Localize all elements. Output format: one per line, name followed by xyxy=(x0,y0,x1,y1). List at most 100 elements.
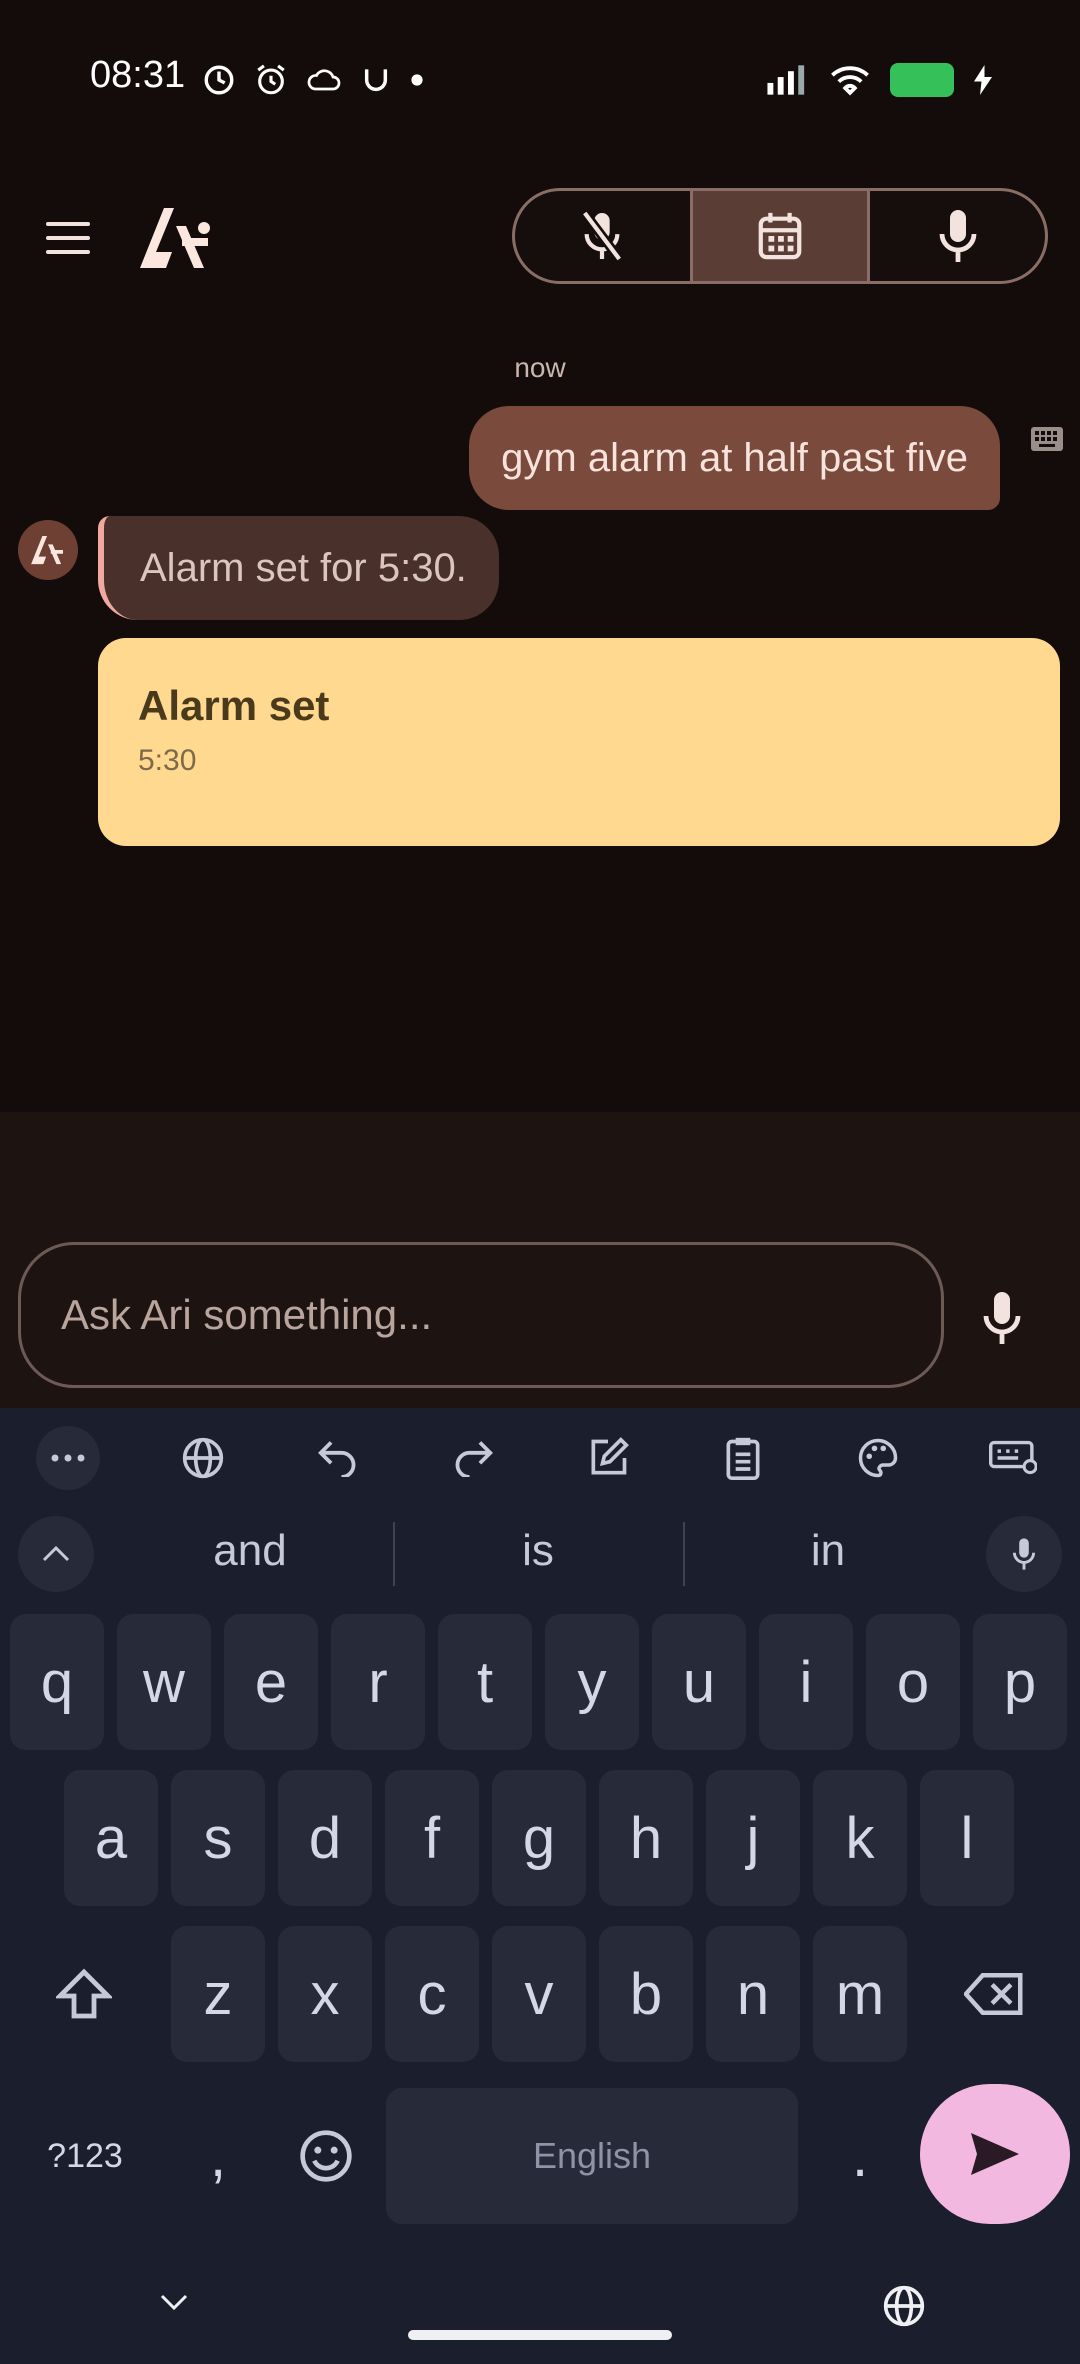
collapse-suggestions-button[interactable] xyxy=(18,1516,94,1592)
symbols-key[interactable]: ?123 xyxy=(30,2088,140,2224)
keyboard-toolbar xyxy=(0,1408,1080,1508)
send-icon xyxy=(971,2133,1019,2175)
suggestion-divider xyxy=(393,1522,395,1586)
mute-mode-button[interactable] xyxy=(515,191,693,281)
user-message-bubble[interactable]: gym alarm at half past five xyxy=(469,406,1000,510)
keyboard-settings-icon xyxy=(988,1440,1037,1475)
key-r[interactable]: r xyxy=(331,1614,425,1750)
key-y[interactable]: y xyxy=(545,1614,639,1750)
shift-icon xyxy=(56,1968,112,2019)
keyboard-input-icon xyxy=(1031,427,1063,451)
suggestion-2[interactable]: is xyxy=(438,1526,638,1582)
dot-icon xyxy=(411,74,423,86)
period-key[interactable]: . xyxy=(812,2088,908,2224)
cloud-icon xyxy=(307,69,341,91)
key-i[interactable]: i xyxy=(759,1614,853,1750)
calendar-icon xyxy=(758,212,802,260)
key-l[interactable]: l xyxy=(920,1770,1014,1906)
shift-key[interactable] xyxy=(36,1926,132,2062)
magnet-icon xyxy=(364,69,388,92)
key-u[interactable]: u xyxy=(652,1614,746,1750)
assistant-message-bubble[interactable]: Alarm set for 5:30. xyxy=(98,516,499,620)
alarm-icon xyxy=(257,64,285,95)
emoji-icon xyxy=(300,2130,352,2182)
undo-button[interactable] xyxy=(306,1426,370,1490)
voice-typing-button[interactable] xyxy=(986,1516,1062,1592)
composer-mic-icon[interactable] xyxy=(978,1290,1026,1346)
globe-icon xyxy=(182,1437,223,1479)
ari-logo-icon xyxy=(140,208,210,268)
status-icons-right xyxy=(766,58,992,102)
key-e[interactable]: e xyxy=(224,1614,318,1750)
backspace-icon xyxy=(964,1973,1023,2015)
key-z[interactable]: z xyxy=(171,1926,265,2062)
key-o[interactable]: o xyxy=(866,1614,960,1750)
suggestion-3[interactable]: in xyxy=(728,1526,928,1582)
gesture-bar[interactable] xyxy=(408,2330,672,2340)
mic-off-icon xyxy=(581,210,624,262)
message-timestamp: now xyxy=(514,352,566,383)
more-tools-button[interactable] xyxy=(35,1426,100,1490)
mic-icon xyxy=(1012,1538,1036,1570)
key-n[interactable]: n xyxy=(706,1926,800,2062)
assistant-avatar xyxy=(18,520,78,580)
undo-icon xyxy=(317,1441,355,1477)
voice-mode-button[interactable] xyxy=(870,191,1045,281)
key-g[interactable]: g xyxy=(492,1770,586,1906)
mic-icon xyxy=(939,210,977,262)
alarm-card-title: Alarm set xyxy=(138,682,330,729)
key-t[interactable]: t xyxy=(438,1614,532,1750)
data-saver-icon xyxy=(204,65,234,95)
suggestion-1[interactable]: and xyxy=(150,1526,350,1582)
chevron-up-icon xyxy=(42,1545,70,1562)
redo-button[interactable] xyxy=(441,1426,505,1490)
suggestion-toggle xyxy=(18,1516,94,1592)
key-a[interactable]: a xyxy=(64,1770,158,1906)
key-b[interactable]: b xyxy=(599,1926,693,2062)
charging-icon xyxy=(974,65,992,95)
alarm-card-time: 5:30 xyxy=(138,744,197,777)
emoji-key[interactable] xyxy=(276,2088,376,2224)
comma-key[interactable]: , xyxy=(170,2088,266,2224)
mode-toggle-group xyxy=(512,188,1048,284)
key-f[interactable]: f xyxy=(385,1770,479,1906)
key-x[interactable]: x xyxy=(278,1926,372,2062)
key-p[interactable]: p xyxy=(973,1614,1067,1750)
key-d[interactable]: d xyxy=(278,1770,372,1906)
edit-button[interactable] xyxy=(576,1426,640,1490)
edit-icon xyxy=(591,1437,629,1475)
ari-avatar-icon xyxy=(31,535,63,565)
message-input[interactable]: Ask Ari something... xyxy=(18,1242,944,1388)
backspace-key[interactable] xyxy=(946,1926,1042,2062)
key-h[interactable]: h xyxy=(599,1770,693,1906)
theme-button[interactable] xyxy=(846,1426,910,1490)
menu-icon[interactable] xyxy=(44,216,96,260)
send-button[interactable] xyxy=(920,2084,1070,2224)
wifi-icon xyxy=(831,66,869,96)
signal-icon xyxy=(767,65,805,95)
space-key[interactable]: English xyxy=(386,2088,798,2224)
keyboard-settings-button[interactable] xyxy=(981,1426,1045,1490)
key-j[interactable]: j xyxy=(706,1770,800,1906)
status-icons-left xyxy=(202,58,424,102)
key-v[interactable]: v xyxy=(492,1926,586,2062)
clipboard-icon xyxy=(726,1437,759,1480)
suggestion-divider xyxy=(683,1522,685,1586)
key-s[interactable]: s xyxy=(171,1770,265,1906)
translate-button[interactable] xyxy=(171,1426,235,1490)
calendar-mode-button[interactable] xyxy=(692,191,871,281)
redo-icon xyxy=(455,1441,493,1477)
language-globe-icon[interactable] xyxy=(882,2284,926,2328)
key-c[interactable]: c xyxy=(385,1926,479,2062)
key-k[interactable]: k xyxy=(813,1770,907,1906)
key-m[interactable]: m xyxy=(813,1926,907,2062)
more-icon xyxy=(51,1454,84,1462)
key-q[interactable]: q xyxy=(10,1614,104,1750)
palette-icon xyxy=(858,1438,897,1478)
alarm-card[interactable]: Alarm set 5:30 xyxy=(98,638,1060,846)
battery-icon xyxy=(890,63,954,97)
status-time: 08:31 xyxy=(90,54,186,96)
key-w[interactable]: w xyxy=(117,1614,211,1750)
clipboard-button[interactable] xyxy=(711,1426,775,1490)
hide-keyboard-icon[interactable] xyxy=(158,2292,190,2312)
